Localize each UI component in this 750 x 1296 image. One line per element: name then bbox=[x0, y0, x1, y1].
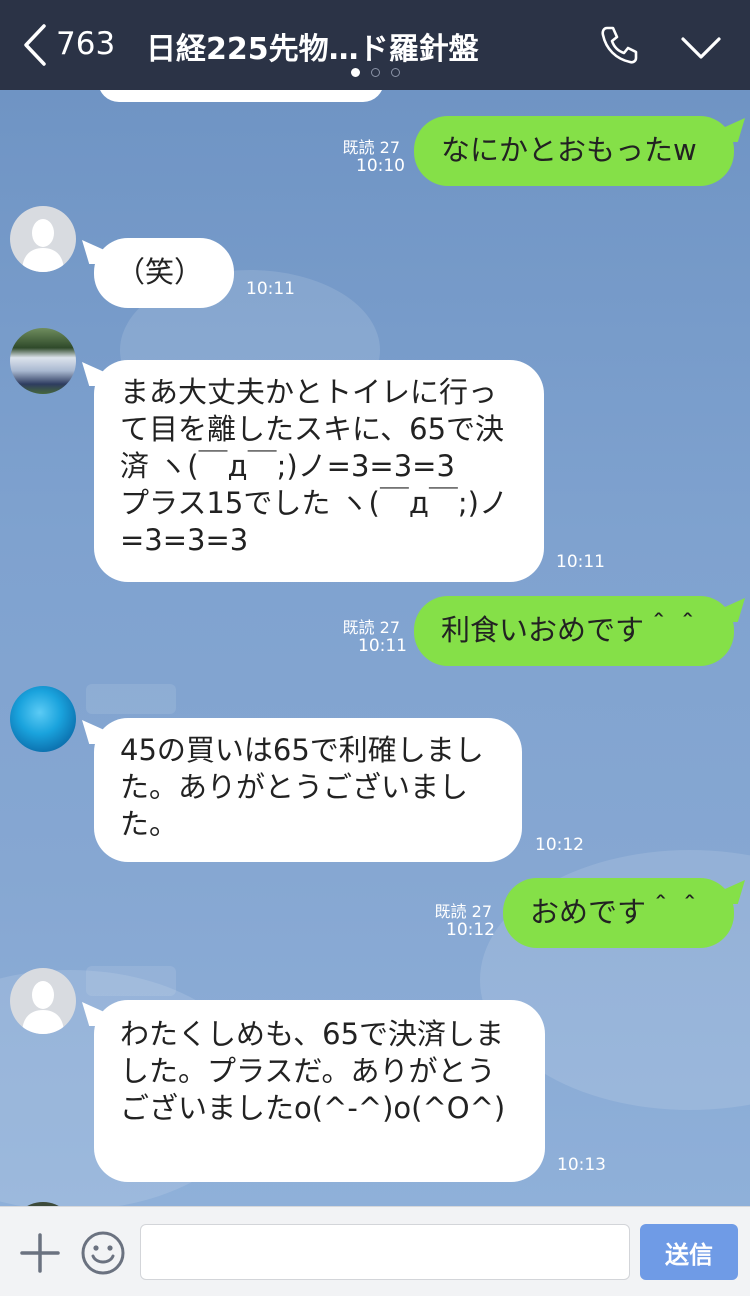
default-user-icon bbox=[22, 219, 64, 272]
page-dot-active bbox=[351, 68, 360, 77]
message-input-bar: 送信 bbox=[0, 1206, 750, 1296]
message-bubble-incoming[interactable]: 45の買いは65で利確しまし た。ありがとうございまし た。 bbox=[94, 718, 522, 862]
sender-name bbox=[86, 966, 176, 996]
back-unread-count[interactable]: 763 bbox=[56, 26, 115, 62]
message-time: 10:11 bbox=[246, 279, 295, 299]
message-bubble-outgoing[interactable]: おめです＾＾ bbox=[503, 878, 734, 948]
message-input[interactable] bbox=[140, 1224, 630, 1280]
plus-icon[interactable] bbox=[20, 1233, 60, 1273]
phone-icon[interactable] bbox=[598, 24, 640, 66]
message-bubble-outgoing[interactable]: 利食いおめです＾＾ bbox=[414, 596, 734, 666]
smiley-icon[interactable] bbox=[80, 1230, 126, 1276]
message-bubble-partial[interactable] bbox=[98, 90, 384, 102]
avatar[interactable] bbox=[10, 686, 76, 752]
read-receipt: 既読 27 bbox=[342, 618, 400, 637]
message-time: 10:11 bbox=[358, 636, 407, 656]
read-receipt: 既読 27 bbox=[342, 138, 400, 157]
avatar[interactable] bbox=[10, 968, 76, 1034]
default-user-icon bbox=[22, 981, 64, 1034]
avatar[interactable] bbox=[10, 328, 76, 394]
message-bubble-incoming[interactable]: まあ大丈夫かとトイレに行っ て目を離したスキに、65で決 済 ヽ(￣д￣;)ノ=… bbox=[94, 360, 544, 582]
chevron-down-icon[interactable] bbox=[680, 34, 722, 62]
message-time: 10:13 bbox=[557, 1155, 606, 1175]
message-time: 10:11 bbox=[556, 552, 605, 572]
sender-name bbox=[86, 684, 176, 714]
message-time: 10:12 bbox=[446, 920, 495, 940]
chevron-left-icon[interactable] bbox=[20, 22, 50, 68]
chat-title[interactable]: 日経225先物…ド羅針盤 bbox=[146, 24, 479, 68]
send-button[interactable]: 送信 bbox=[640, 1224, 738, 1280]
message-bubble-outgoing[interactable]: なにかとおもったw bbox=[414, 116, 734, 186]
chat-timeline[interactable]: 既読 27 10:10 なにかとおもったw （笑） 10:11 まあ大丈夫かとト… bbox=[0, 90, 750, 1206]
read-receipt: 既読 27 bbox=[434, 902, 492, 921]
message-time: 10:12 bbox=[535, 835, 584, 855]
avatar[interactable] bbox=[10, 206, 76, 272]
chat-header: 763 日経225先物…ド羅針盤 bbox=[0, 0, 750, 90]
page-dot bbox=[391, 68, 400, 77]
message-time: 10:10 bbox=[356, 156, 405, 176]
message-bubble-incoming[interactable]: わたくしめも、65で決済しま した。プラスだ。ありがとう ございましたo(^-^… bbox=[94, 1000, 545, 1182]
page-indicator bbox=[351, 68, 400, 77]
message-bubble-incoming[interactable]: （笑） bbox=[94, 238, 234, 308]
page-dot bbox=[371, 68, 380, 77]
